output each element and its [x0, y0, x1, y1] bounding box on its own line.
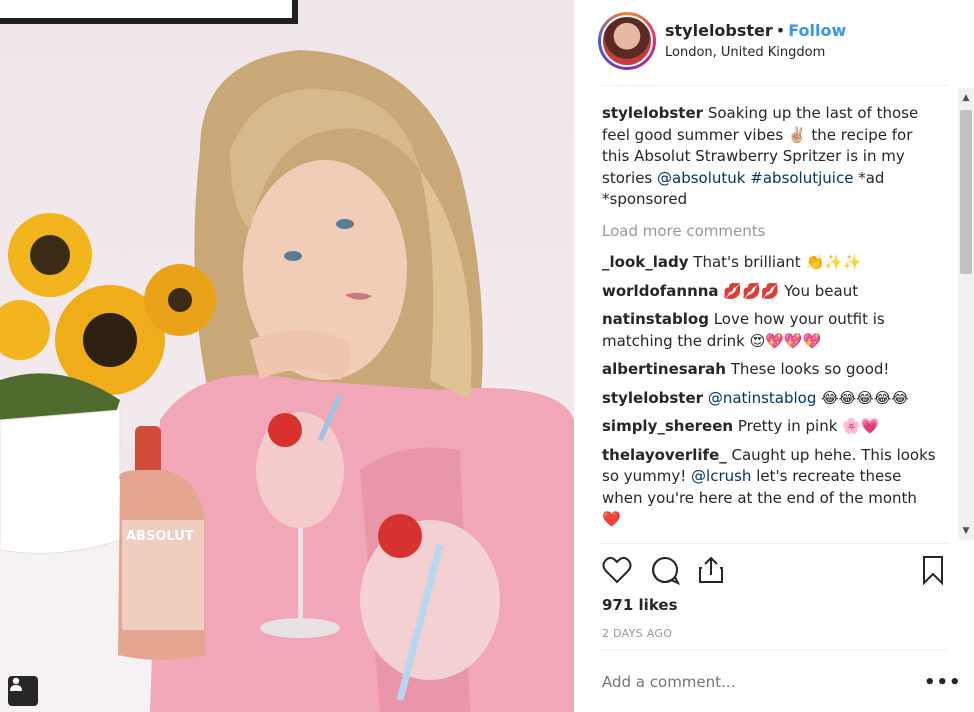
list-item: _look_lady That's brilliant 👏✨✨ [602, 252, 938, 274]
header-divider [598, 85, 948, 86]
comment-username[interactable]: thelayoverlife_ [602, 446, 727, 464]
action-bar [600, 553, 950, 589]
comment-text: Pretty in pink 🌸💗 [733, 417, 880, 435]
location-link[interactable]: London, United Kingdom [665, 45, 825, 60]
actions-divider [598, 543, 948, 544]
avatar[interactable] [601, 15, 653, 67]
comment-mention[interactable]: @natinstablog [708, 389, 817, 407]
bottle-label: ABSOLUT [126, 529, 194, 544]
list-item: albertinesarah These looks so good! [602, 359, 938, 381]
scroll-up-icon[interactable]: ▲ [960, 92, 972, 104]
comment-username[interactable]: stylelobster [602, 389, 703, 407]
post-side-panel: stylelobster • Follow London, United Kingd… [574, 0, 974, 712]
comment-text: 😂😂😂😂😂 [816, 388, 909, 407]
list-item: natinstablog Love how your outfit is mat… [602, 309, 938, 352]
caption-mention[interactable]: @absolutuk [657, 169, 745, 187]
list-item: worldofannna 💋💋💋 You beaut [602, 281, 938, 303]
post-date[interactable]: 2 DAYS AGO [602, 627, 672, 640]
more-options-button[interactable]: ••• [924, 672, 962, 693]
comment-icon[interactable] [648, 553, 682, 587]
list-item: simply_shereen Pretty in pink 🌸💗 [602, 416, 938, 438]
comment-username[interactable]: _look_lady [602, 253, 689, 271]
author-username[interactable]: stylelobster [665, 21, 773, 40]
comment-username[interactable]: natinstablog [602, 310, 709, 328]
photo-illustration: ABSOLUT [0, 0, 574, 712]
add-comment-input[interactable] [602, 673, 902, 691]
user-tag-icon[interactable] [8, 676, 38, 706]
comment-divider [598, 649, 948, 650]
caption-hashtag[interactable]: #absolutjuice [750, 169, 853, 187]
comment-text: These looks so good! [725, 360, 890, 378]
scrollbar-thumb[interactable] [960, 110, 972, 274]
follow-button[interactable]: Follow [788, 21, 846, 40]
comment-mention[interactable]: @lcrush [691, 467, 751, 485]
likes-count[interactable]: 971 likes [602, 596, 678, 614]
share-icon[interactable] [694, 553, 728, 587]
separator-dot: • [775, 21, 786, 40]
load-more-comments-button[interactable]: Load more comments [602, 221, 938, 243]
comment-username[interactable]: simply_shereen [602, 417, 733, 435]
post-header: stylelobster • Follow London, United Kingd… [574, 0, 974, 86]
comment-text: That's brilliant 👏✨✨ [688, 253, 862, 271]
list-item: stylelobster @natinstablog 😂😂😂😂😂 [602, 388, 938, 410]
heart-icon[interactable] [600, 553, 634, 587]
caption: stylelobster Soaking up the last of thos… [602, 103, 938, 211]
comment-text: 💋💋💋 You beaut [718, 281, 859, 300]
post-photo[interactable]: ABSOLUT [0, 0, 574, 712]
list-item: thelayoverlife_ Caught up hehe. This loo… [602, 445, 938, 531]
header-title-line: stylelobster • Follow [665, 21, 846, 40]
bookmark-icon[interactable] [916, 553, 950, 587]
comments-list: stylelobster Soaking up the last of thos… [602, 103, 938, 543]
comment-username[interactable]: worldofannna [602, 282, 719, 300]
caption-username[interactable]: stylelobster [602, 104, 703, 122]
story-ring[interactable] [598, 12, 656, 70]
comment-username[interactable]: albertinesarah [602, 360, 726, 378]
scroll-down-icon[interactable]: ▼ [960, 525, 972, 537]
